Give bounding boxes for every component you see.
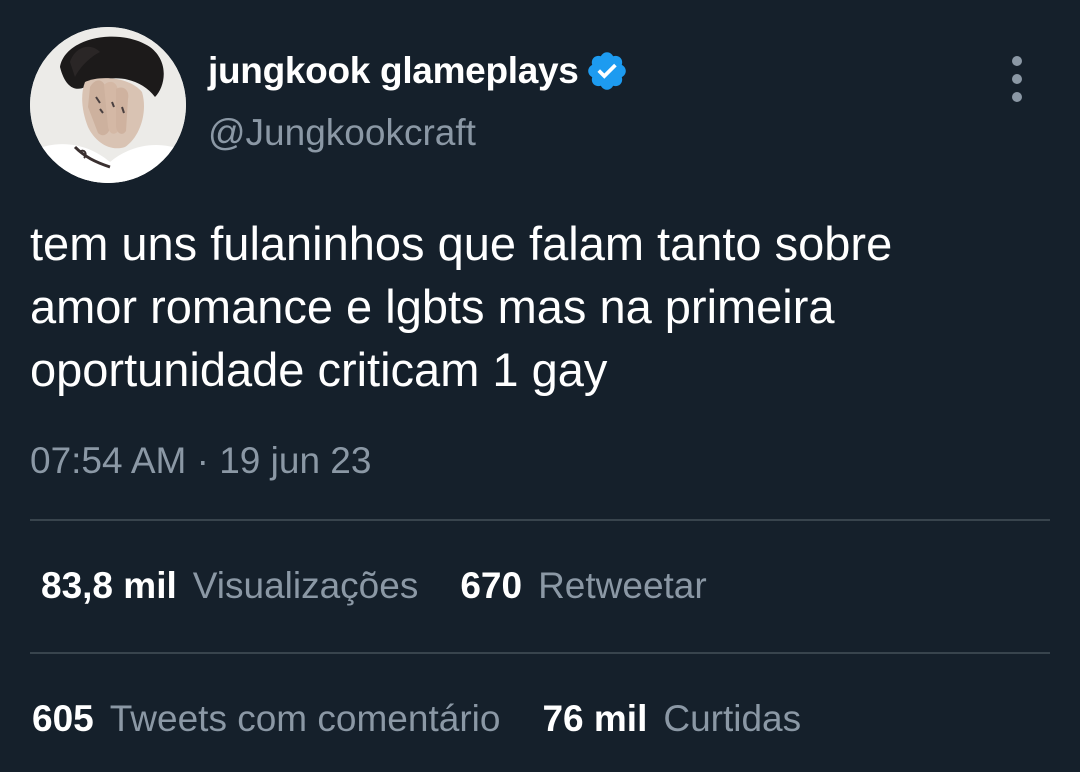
views-count: 83,8 mil xyxy=(41,565,177,606)
likes-stat[interactable]: 76 mil Curtidas xyxy=(542,698,801,740)
user-name-row: jungkook glameplays xyxy=(208,46,629,96)
user-handle[interactable]: @Jungkookcraft xyxy=(208,112,476,154)
menu-dot xyxy=(1012,92,1022,102)
divider xyxy=(30,519,1050,521)
menu-dot xyxy=(1012,56,1022,66)
quotes-stat[interactable]: 605 Tweets com comentário xyxy=(32,698,500,740)
stats-row-quotes-likes: 605 Tweets com comentário 76 mil Curtida… xyxy=(32,698,843,740)
quotes-count: 605 xyxy=(32,698,94,739)
likes-count: 76 mil xyxy=(542,698,648,739)
avatar-image xyxy=(30,27,186,183)
tweet-detail: jungkook glameplays @Jungkookcraft tem u… xyxy=(0,0,1080,772)
retweets-stat[interactable]: 670 Retweetar xyxy=(460,565,706,607)
tweet-timestamp[interactable]: 07:54 AM · 19 jun 23 xyxy=(30,440,371,482)
divider xyxy=(30,652,1050,654)
retweets-label: Retweetar xyxy=(538,565,707,606)
display-name[interactable]: jungkook glameplays xyxy=(208,50,579,92)
avatar[interactable] xyxy=(30,27,186,183)
quotes-label: Tweets com comentário xyxy=(109,698,501,739)
verified-badge-icon[interactable] xyxy=(585,49,629,93)
menu-dot xyxy=(1012,74,1022,84)
views-label: Visualizações xyxy=(192,565,419,606)
views-stat[interactable]: 83,8 mil Visualizações xyxy=(41,565,418,607)
stats-row-views-retweets: 83,8 mil Visualizações 670 Retweetar xyxy=(41,565,749,607)
retweets-count: 670 xyxy=(460,565,523,606)
likes-label: Curtidas xyxy=(663,698,802,739)
more-vertical-icon[interactable] xyxy=(1000,56,1034,102)
tweet-text: tem uns fulaninhos que falam tanto sobre… xyxy=(30,217,893,396)
